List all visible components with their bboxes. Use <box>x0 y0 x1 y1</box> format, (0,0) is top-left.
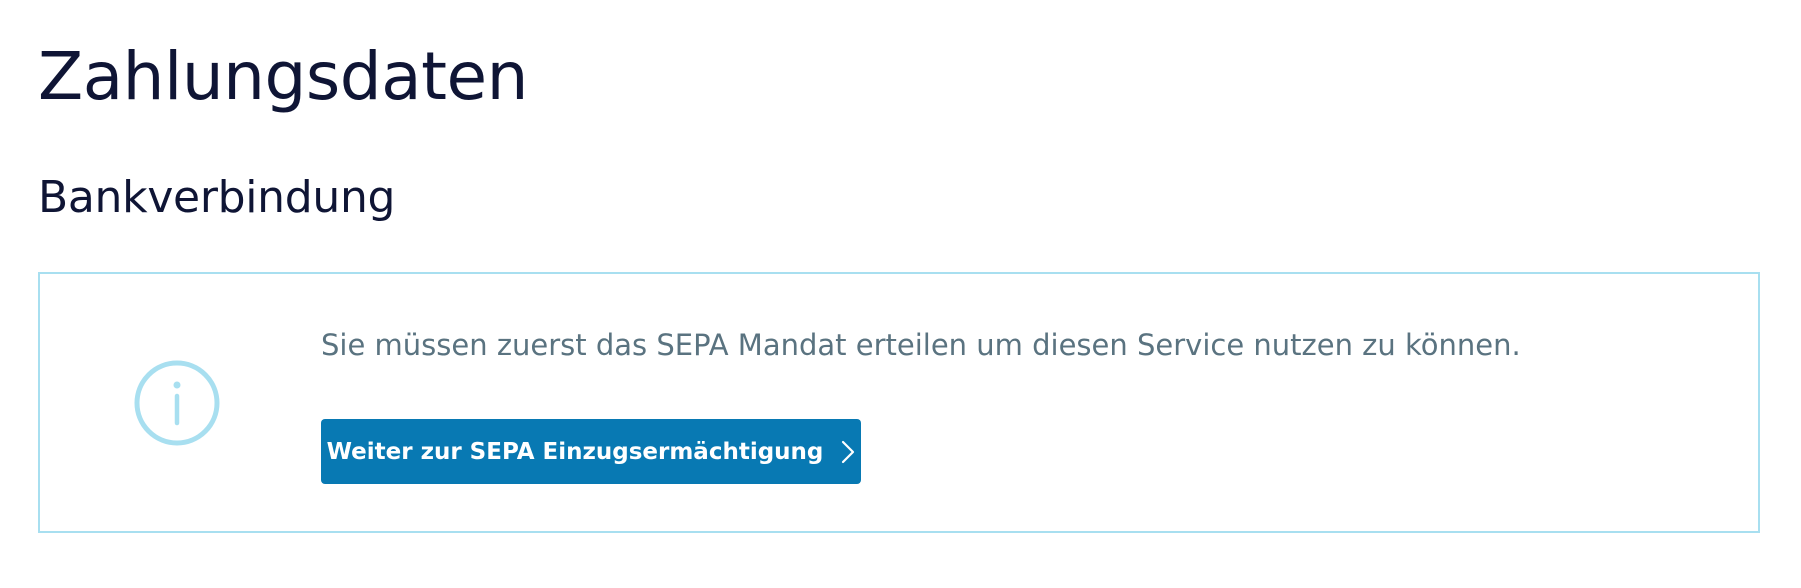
section-title-bankverbindung: Bankverbindung <box>38 172 396 223</box>
sepa-info-box: Sie müssen zuerst das SEPA Mandat erteil… <box>38 272 1760 533</box>
page-title: Zahlungsdaten <box>38 38 528 115</box>
sepa-mandate-button[interactable]: Weiter zur SEPA Einzugsermächtigung <box>321 419 861 484</box>
sepa-mandate-button-label: Weiter zur SEPA Einzugsermächtigung <box>326 438 824 465</box>
chevron-right-icon <box>841 440 855 464</box>
info-circle-icon <box>133 359 221 447</box>
sepa-mandate-message: Sie müssen zuerst das SEPA Mandat erteil… <box>321 328 1521 362</box>
